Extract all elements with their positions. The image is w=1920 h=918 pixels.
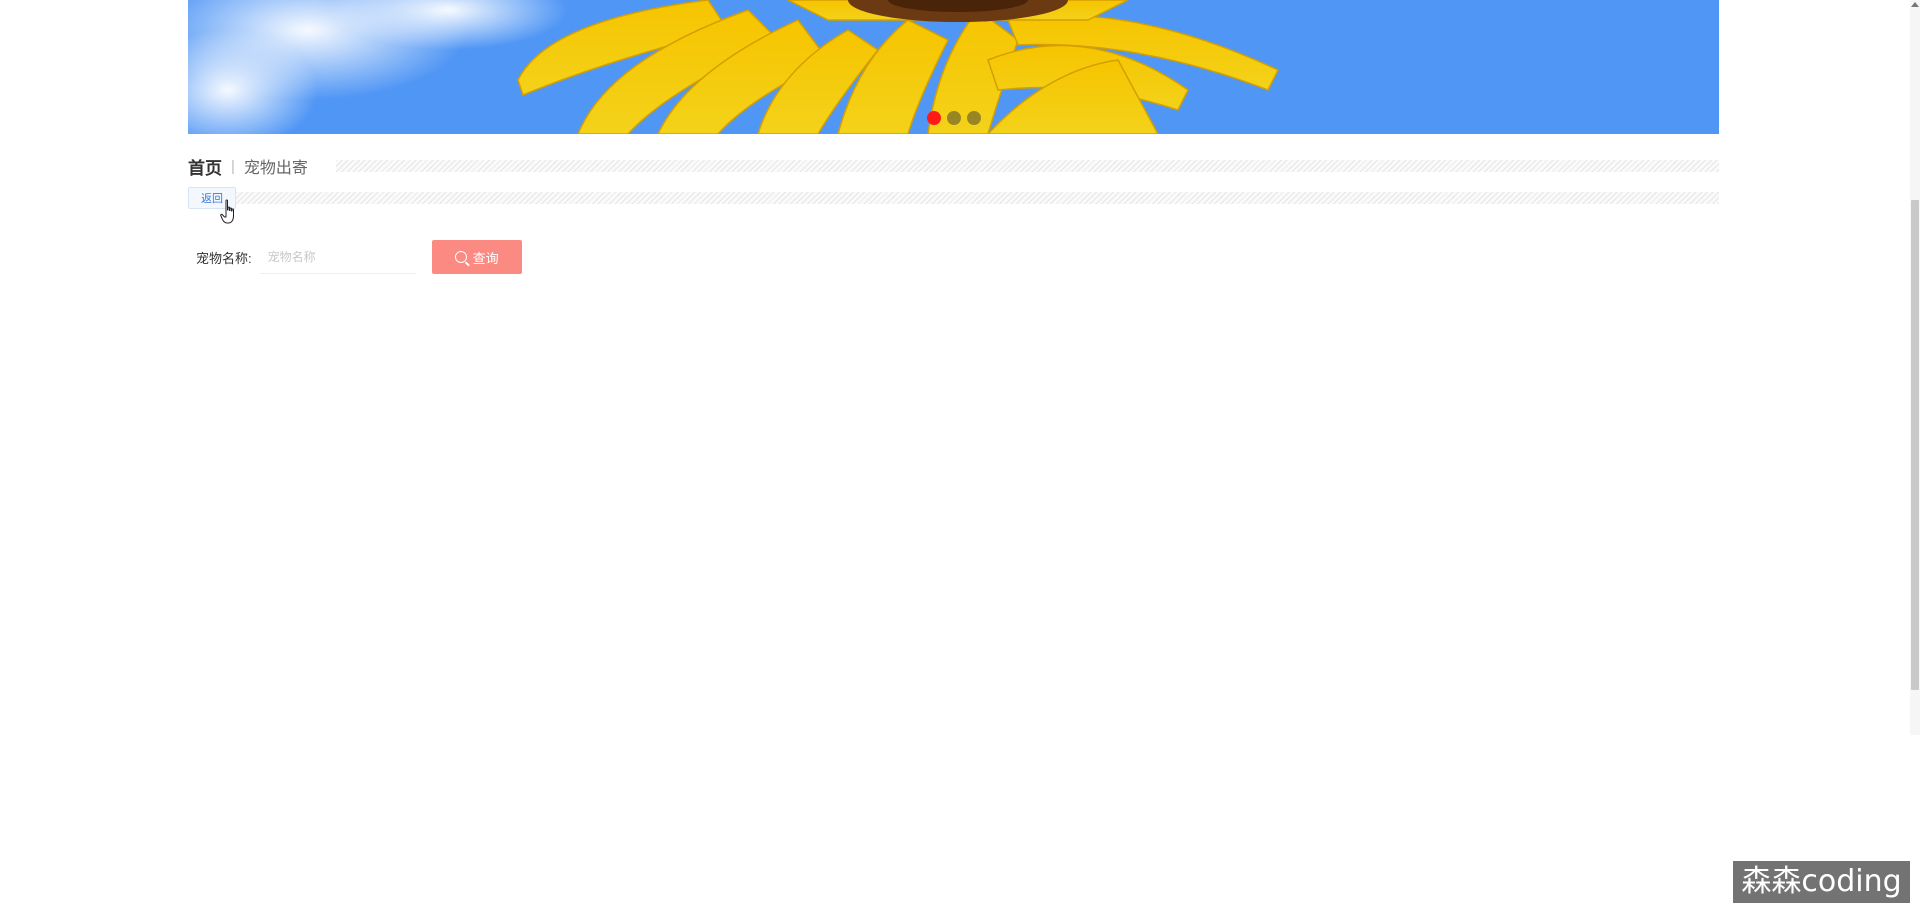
carousel-dots: [188, 111, 1719, 125]
pet-name-search-input[interactable]: [259, 240, 416, 274]
search-button[interactable]: 查询: [431, 240, 522, 274]
search-button-label: 查询: [472, 250, 499, 266]
back-row-divider: [236, 192, 1719, 204]
banner-carousel[interactable]: [188, 0, 1719, 134]
carousel-dot-1[interactable]: [926, 111, 941, 125]
carousel-dot-2[interactable]: [946, 111, 961, 125]
breadcrumb-home[interactable]: 首页: [188, 154, 222, 179]
carousel-dot-3[interactable]: [966, 111, 981, 125]
breadcrumb-divider: [335, 160, 1719, 172]
watermark: 森森coding: [1733, 861, 1910, 903]
search-label: 宠物名称:: [196, 250, 252, 266]
breadcrumb: 首页 | 宠物出寄: [188, 154, 1719, 178]
hand-cursor-icon: [220, 199, 234, 224]
back-row: 返回: [188, 186, 1719, 210]
breadcrumb-current: 宠物出寄: [243, 160, 308, 177]
search-icon: [454, 251, 467, 263]
vertical-scrollbar[interactable]: [1910, 0, 1920, 735]
breadcrumb-separator: |: [231, 157, 235, 175]
scroll-up-arrow-icon[interactable]: [1911, 2, 1919, 7]
scrollbar-thumb[interactable]: [1911, 200, 1919, 690]
search-form: 宠物名称: 查询: [196, 240, 522, 274]
